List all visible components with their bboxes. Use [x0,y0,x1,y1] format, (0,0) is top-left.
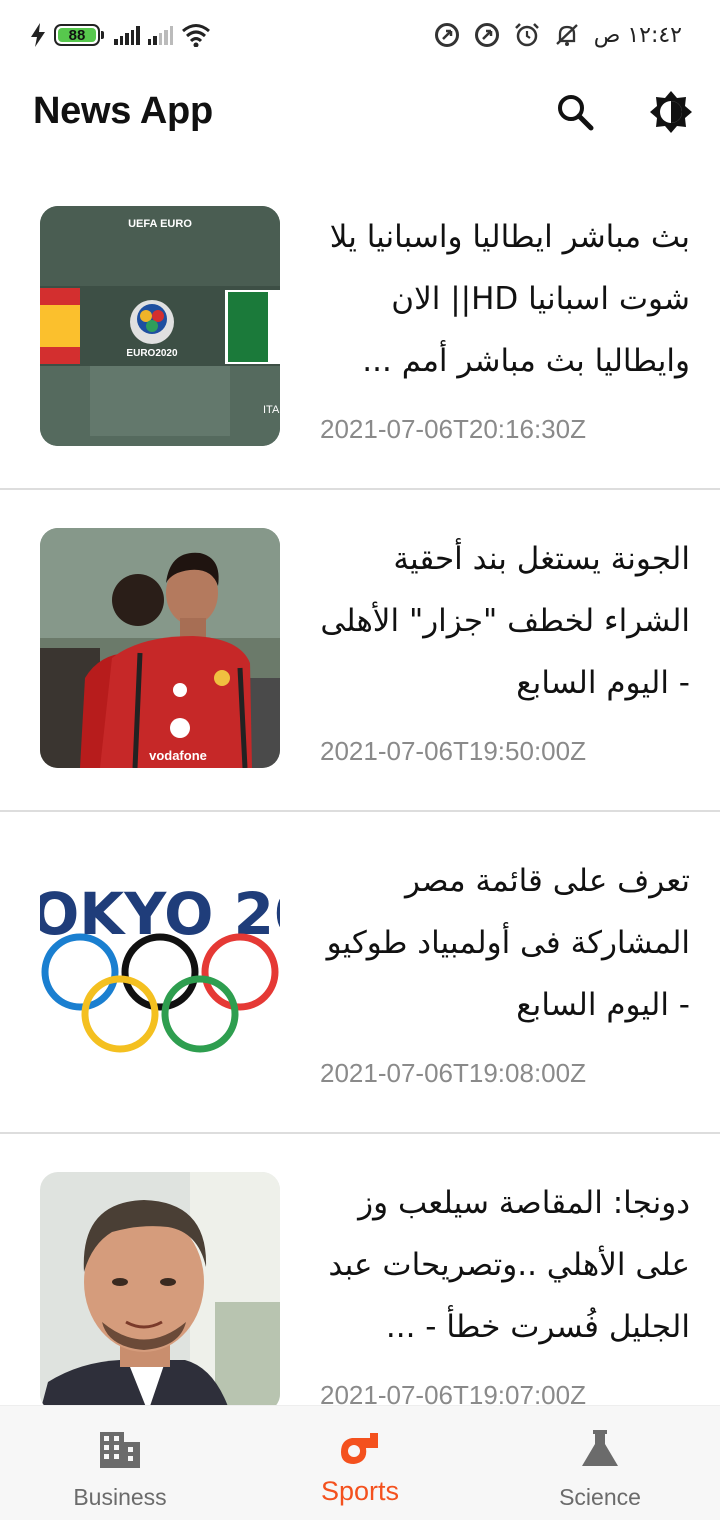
brightness-toggle-icon[interactable] [649,90,693,134]
signal-strength-2-icon [147,25,173,45]
data-saver-2-icon [474,23,499,47]
nav-item-science[interactable]: Science [480,1406,720,1520]
image-logo-text: EURO2020 [126,348,178,359]
article-thumbnail: vodafone [40,528,280,768]
article-date: 2021-07-06T19:50:00Z [320,736,586,766]
battery-level: 88 [68,26,86,44]
player-photo-image: vodafone [40,528,280,768]
image-caption-right: ITA [263,404,280,416]
article-date: 2021-07-06T20:16:30Z [320,414,586,444]
nav-label-business: Business [73,1484,167,1510]
building-icon [100,1432,140,1468]
image-sponsor-text: vodafone [149,748,207,763]
data-saver-icon [434,23,459,47]
article-title: الجونة يستغل بند أحقية الشراء لخطف "جزار… [320,541,690,701]
article-item[interactable]: UEFA EURO EURO2020 ITA بث مباشر ايطاليا … [0,168,720,490]
article-title: تعرف على قائمة مصر المشاركة فى أولمبياد … [326,863,690,1023]
signal-strength-icon [114,25,140,45]
article-date: 2021-07-06T19:08:00Z [320,1058,586,1088]
battery-indicator: 88 [54,24,104,46]
article-title: بث مباشر ايطاليا واسبانيا يلا شوت اسباني… [329,219,690,379]
nav-label-science: Science [559,1484,641,1510]
alarm-icon [514,23,539,47]
portrait-photo-image [40,1172,280,1405]
image-caption-top: UEFA EURO [128,218,192,230]
article-thumbnail [40,1172,280,1405]
nav-item-sports[interactable]: Sports [240,1406,480,1520]
search-icon[interactable] [553,90,597,134]
flask-icon [582,1430,618,1466]
bottom-navigation: Business Sports Science [0,1405,720,1520]
article-list: UEFA EURO EURO2020 ITA بث مباشر ايطاليا … [0,168,720,1405]
wifi-icon [182,24,210,47]
status-left: 88 [30,20,211,50]
nav-label-sports: Sports [320,1476,400,1506]
article-item[interactable]: دونجا: المقاصة سيلعب وز على الأهلي ..وتص… [0,1134,720,1405]
status-right: ١٢:٤٢ ص [434,18,682,52]
article-item[interactable]: OKYO 202 تعرف على قائمة مصر المشاركة فى … [0,812,720,1134]
article-thumbnail: UEFA EURO EURO2020 ITA [40,206,280,446]
charging-icon [31,23,45,47]
notifications-off-icon [555,24,578,46]
clock: ١٢:٤٢ ص [593,22,682,48]
euro-2020-image: UEFA EURO EURO2020 ITA [40,206,280,446]
article-title: دونجا: المقاصة سيلعب وز على الأهلي ..وتص… [328,1185,690,1345]
article-date: 2021-07-06T19:07:00Z [320,1380,586,1405]
whistle-icon [341,1433,378,1464]
nav-item-business[interactable]: Business [0,1406,240,1520]
app-title: News App [33,90,213,132]
article-thumbnail: OKYO 202 [40,850,280,1090]
article-item[interactable]: vodafone الجونة يستغل بند أحقية الشراء ل… [0,490,720,812]
tokyo-olympics-image: OKYO 202 [40,850,280,1090]
status-bar: 88 ١٢:٤٢ ص [0,0,720,70]
app-bar: News App [0,70,720,158]
